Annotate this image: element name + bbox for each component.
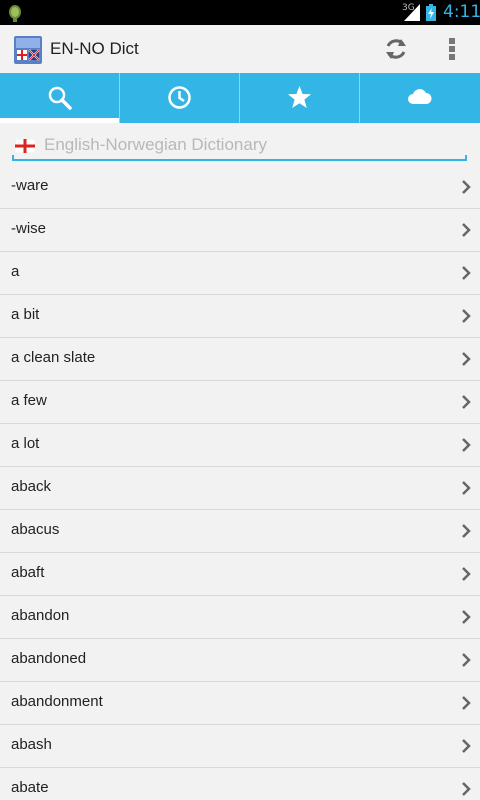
status-bar: 3G 4:11 (0, 0, 480, 25)
word-label: -ware (11, 177, 49, 194)
chevron-right-icon (462, 438, 471, 452)
tab-cloud[interactable] (360, 73, 479, 123)
chevron-right-icon (462, 567, 471, 581)
list-item[interactable]: a bit (0, 295, 480, 338)
history-clock-icon (168, 86, 191, 109)
chevron-right-icon (462, 524, 471, 538)
list-item[interactable]: a lot (0, 424, 480, 467)
list-item[interactable]: abate (0, 768, 480, 800)
clock: 4:11 (443, 2, 480, 22)
tab-bar (0, 73, 480, 123)
list-item[interactable]: abaft (0, 553, 480, 596)
word-list[interactable]: -ware -wise a a bit a clean slate a few … (0, 166, 480, 800)
signal-icon (404, 4, 420, 21)
search-underline (12, 155, 14, 161)
chevron-right-icon (462, 180, 471, 194)
chevron-right-icon (462, 309, 471, 323)
list-item[interactable]: abandoned (0, 639, 480, 682)
word-label: aback (11, 478, 52, 495)
refresh-icon[interactable] (382, 35, 410, 63)
word-label: abash (11, 736, 52, 753)
app-icon[interactable] (14, 36, 42, 64)
chevron-right-icon (462, 223, 471, 237)
android-debug-icon (9, 5, 21, 22)
cloud-icon (408, 89, 432, 104)
chevron-right-icon (462, 266, 471, 280)
list-item[interactable]: abandon (0, 596, 480, 639)
list-item[interactable]: -ware (0, 166, 480, 209)
word-label: -wise (11, 220, 47, 237)
list-item[interactable]: abandonment (0, 682, 480, 725)
word-label: abaft (11, 564, 45, 581)
list-item[interactable]: a (0, 252, 480, 295)
list-item[interactable]: aback (0, 467, 480, 510)
chevron-right-icon (462, 395, 471, 409)
search-underline (465, 155, 467, 161)
word-label: a bit (11, 306, 40, 323)
search-field[interactable] (12, 131, 467, 161)
list-item[interactable]: a clean slate (0, 338, 480, 381)
tab-selected-indicator (0, 118, 119, 123)
chevron-right-icon (462, 481, 471, 495)
chevron-right-icon (462, 739, 471, 753)
search-underline (12, 159, 467, 161)
word-label: abacus (11, 521, 60, 538)
chevron-right-icon (462, 653, 471, 667)
word-label: a (11, 263, 20, 280)
favorites-star-icon (288, 86, 311, 108)
word-label: abate (11, 779, 49, 796)
english-flag-icon (15, 139, 35, 153)
tab-search[interactable] (0, 73, 119, 123)
word-label: abandon (11, 607, 70, 624)
list-item[interactable]: abash (0, 725, 480, 768)
word-label: a clean slate (11, 349, 96, 366)
chevron-right-icon (462, 696, 471, 710)
action-bar: EN-NO Dict (0, 25, 480, 73)
chevron-right-icon (462, 352, 471, 366)
app-title: EN-NO Dict (50, 39, 139, 58)
overflow-menu-icon[interactable] (444, 35, 460, 63)
search-icon (48, 86, 72, 110)
tab-favorites[interactable] (240, 73, 359, 123)
word-label: abandoned (11, 650, 87, 667)
chevron-right-icon (462, 782, 471, 796)
search-input[interactable] (44, 133, 462, 157)
chevron-right-icon (462, 610, 471, 624)
list-item[interactable]: abacus (0, 510, 480, 553)
list-item[interactable]: a few (0, 381, 480, 424)
word-label: abandonment (11, 693, 103, 710)
word-label: a lot (11, 435, 40, 452)
battery-charging-icon (426, 4, 436, 21)
tab-history[interactable] (120, 73, 239, 123)
word-label: a few (11, 392, 47, 409)
list-item[interactable]: -wise (0, 209, 480, 252)
